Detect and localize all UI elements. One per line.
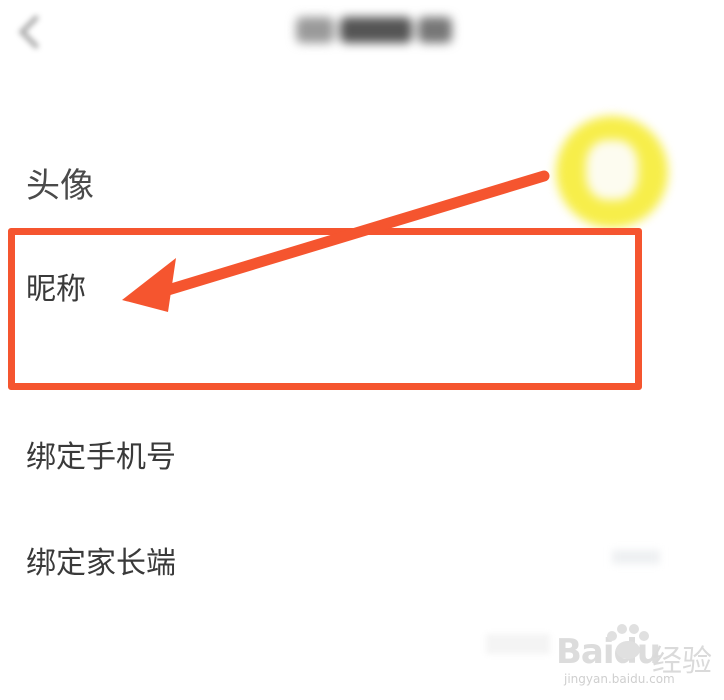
watermark-strip bbox=[486, 634, 550, 654]
baidu-watermark: Baidu 经验 jingyan.baidu.com bbox=[486, 612, 716, 686]
watermark-url: jingyan.baidu.com bbox=[564, 672, 675, 686]
arrow-left-icon bbox=[122, 170, 550, 312]
paw-icon bbox=[607, 624, 649, 659]
